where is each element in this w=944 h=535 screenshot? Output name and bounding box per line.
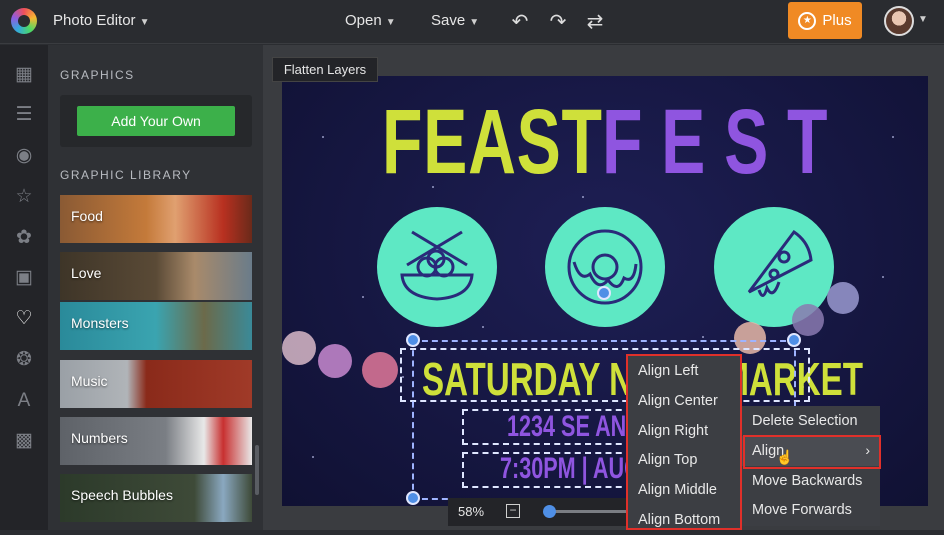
history-icon[interactable]: ⇄ bbox=[583, 10, 607, 34]
undo-icon[interactable]: ↶ bbox=[508, 10, 532, 34]
befunky-logo[interactable] bbox=[11, 8, 37, 34]
library-item-label: Music bbox=[71, 373, 108, 389]
library-item-label: Love bbox=[71, 265, 102, 281]
zoom-level: 58% bbox=[458, 504, 485, 519]
frame-icon[interactable]: ▣ bbox=[12, 266, 36, 290]
open-label: Open bbox=[345, 12, 382, 29]
lantern-decoration bbox=[792, 304, 824, 336]
poster-title-feast: FEAST bbox=[382, 91, 603, 193]
donut-icon bbox=[545, 207, 665, 327]
add-your-own-button[interactable]: Add Your Own bbox=[77, 106, 235, 136]
library-item-label: Monsters bbox=[71, 315, 129, 331]
image-icon[interactable]: ▦ bbox=[12, 63, 36, 87]
lantern-decoration bbox=[362, 352, 398, 388]
open-menu[interactable]: Open ▼ bbox=[345, 12, 396, 29]
cursor-hand-icon: ☝ bbox=[776, 449, 794, 465]
plus-upgrade-button[interactable]: ★ Plus bbox=[788, 2, 862, 39]
star-badge-icon: ★ bbox=[798, 11, 817, 30]
library-item-food[interactable]: Food bbox=[60, 195, 252, 243]
align-option-highlight-outline bbox=[743, 435, 881, 469]
plus-label: Plus bbox=[822, 12, 852, 29]
library-item-speech-bubbles[interactable]: Speech Bubbles bbox=[60, 474, 252, 522]
lantern-decoration bbox=[282, 331, 316, 365]
texture-icon[interactable]: ▩ bbox=[12, 429, 36, 453]
zoom-out-icon[interactable]: − bbox=[506, 504, 520, 518]
graphics-heading: GRAPHICS bbox=[60, 68, 135, 82]
panel-scrollbar[interactable] bbox=[255, 445, 259, 495]
resize-handle[interactable] bbox=[787, 333, 801, 347]
library-item-label: Speech Bubbles bbox=[71, 487, 173, 503]
graphic-library-heading: GRAPHIC LIBRARY bbox=[60, 168, 192, 182]
library-item-label: Food bbox=[71, 208, 103, 224]
zoom-slider-knob[interactable] bbox=[542, 505, 556, 518]
chevron-down-icon: ▼ bbox=[139, 17, 150, 28]
resize-handle[interactable] bbox=[406, 333, 420, 347]
tool-rail: ▦ ☰ ◉ ☆ ✿ ▣ ♡ ❂ A ▩ bbox=[0, 45, 48, 530]
text-icon[interactable]: A bbox=[12, 389, 36, 413]
app-title-menu[interactable]: Photo Editor ▼ bbox=[53, 12, 149, 29]
star-icon[interactable]: ☆ bbox=[12, 185, 36, 209]
poster-title-fest: FEST bbox=[602, 91, 847, 193]
eye-icon[interactable]: ◉ bbox=[12, 144, 36, 168]
library-item-label: Numbers bbox=[71, 430, 128, 446]
flatten-layers-button[interactable]: Flatten Layers bbox=[272, 57, 378, 82]
save-menu[interactable]: Save ▼ bbox=[431, 12, 479, 29]
chevron-down-icon: ▼ bbox=[469, 17, 480, 28]
library-item-monsters[interactable]: Monsters bbox=[60, 302, 252, 350]
chevron-down-icon: ▼ bbox=[385, 17, 396, 28]
noodle-bowl-icon bbox=[377, 207, 497, 327]
lantern-decoration bbox=[827, 282, 859, 314]
chevron-down-icon[interactable]: ▼ bbox=[918, 14, 928, 25]
rotate-handle[interactable] bbox=[597, 286, 611, 300]
redo-icon[interactable]: ↷ bbox=[546, 10, 570, 34]
move-forwards-option[interactable]: Move Forwards bbox=[742, 495, 880, 525]
top-bar: Photo Editor ▼ Open ▼ Save ▼ ↶ ↷ ⇄ ★ Plus ▼ bbox=[0, 0, 944, 44]
save-label: Save bbox=[431, 12, 466, 29]
graphics-panel: GRAPHICS Add Your Own GRAPHIC LIBRARY Fo… bbox=[48, 45, 263, 530]
avatar[interactable] bbox=[884, 6, 914, 36]
app-title: Photo Editor bbox=[53, 12, 136, 29]
submenu-highlight-outline bbox=[626, 354, 742, 530]
sliders-icon[interactable]: ☰ bbox=[12, 103, 36, 127]
library-item-music[interactable]: Music bbox=[60, 360, 252, 408]
resize-handle[interactable] bbox=[406, 491, 420, 505]
library-item-love[interactable]: Love bbox=[60, 252, 252, 300]
library-item-numbers[interactable]: Numbers bbox=[60, 417, 252, 465]
zoom-control: 58% − bbox=[448, 498, 638, 526]
add-own-container: Add Your Own bbox=[60, 95, 252, 147]
zoom-slider[interactable] bbox=[542, 505, 634, 518]
flower-icon[interactable]: ✿ bbox=[12, 226, 36, 250]
delete-selection-option[interactable]: Delete Selection bbox=[742, 406, 880, 436]
badge-icon[interactable]: ❂ bbox=[12, 348, 36, 372]
lantern-decoration bbox=[318, 344, 352, 378]
move-backwards-option[interactable]: Move Backwards bbox=[742, 466, 880, 496]
heart-icon[interactable]: ♡ bbox=[12, 307, 36, 331]
